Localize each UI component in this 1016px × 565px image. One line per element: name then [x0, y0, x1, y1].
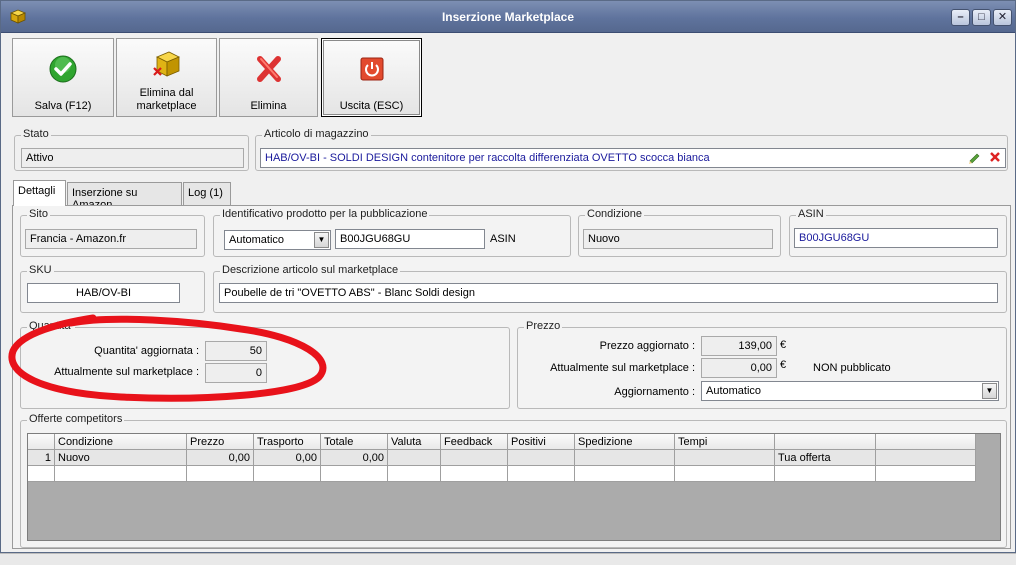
sku-field[interactable]: HAB/OV-BI — [27, 283, 180, 303]
descrizione-title: Descrizione articolo sul marketplace — [220, 264, 401, 277]
stato-field: Attivo — [21, 148, 244, 168]
table-row-cell[interactable]: Nuovo — [55, 450, 187, 466]
asin-title: ASIN — [796, 208, 826, 221]
grid-new-row-cell[interactable] — [575, 466, 675, 482]
grid-header-tempi[interactable]: Tempi — [675, 434, 775, 450]
table-row-cell[interactable]: 0,00 — [254, 450, 321, 466]
descrizione-field[interactable]: Poubelle de tri "OVETTO ABS" - Blanc Sol… — [219, 283, 998, 303]
minimize-button[interactable]: – — [951, 9, 970, 26]
red-x-icon — [256, 56, 281, 82]
grid-new-row-cell[interactable] — [55, 466, 187, 482]
table-row-cell[interactable]: 0,00 — [321, 450, 388, 466]
table-row-cell[interactable] — [876, 450, 976, 466]
asin-field[interactable]: B00JGU68GU — [794, 228, 998, 248]
prezzo-market-label: Attualmente sul marketplace : — [550, 362, 695, 374]
exit-button[interactable]: Uscita (ESC) — [321, 38, 422, 117]
table-row-cell[interactable] — [575, 450, 675, 466]
main-window: Inserzione Marketplace – □ ✕ Salva (F12)… — [0, 0, 1016, 553]
grid-row-number[interactable]: 1 — [28, 450, 55, 466]
aggiornamento-select[interactable]: Automatico ▼ — [701, 381, 999, 401]
aggiornamento-label: Aggiornamento : — [614, 386, 695, 398]
remove-from-marketplace-button[interactable]: Elimina dal marketplace — [116, 38, 217, 117]
grid-new-row-cell[interactable] — [28, 466, 55, 482]
condizione-title: Condizione — [585, 208, 645, 221]
prezzo-updated-currency: € — [780, 339, 787, 351]
grid-header-condizione[interactable]: Condizione — [55, 434, 187, 450]
dropdown-arrow-icon[interactable]: ▼ — [982, 383, 997, 399]
grid-header-trasporto[interactable]: Trasporto — [254, 434, 321, 450]
grid-new-row-cell[interactable] — [775, 466, 876, 482]
sito-title: Sito — [27, 208, 50, 221]
save-label: Salva (F12) — [34, 100, 92, 112]
remove-label-line2: marketplace — [136, 100, 197, 112]
table-row-cell[interactable]: 0,00 — [187, 450, 254, 466]
grid-header-blank[interactable] — [876, 434, 976, 450]
grid-new-row-cell[interactable] — [254, 466, 321, 482]
grid-header-valuta[interactable]: Valuta — [388, 434, 441, 450]
title-bar: Inserzione Marketplace – □ ✕ — [1, 1, 1015, 33]
condizione-field: Nuovo — [583, 229, 773, 249]
articolo-field[interactable]: HAB/OV-BI - SOLDI DESIGN contenitore per… — [260, 148, 1006, 168]
grid-new-row-cell[interactable] — [187, 466, 254, 482]
box-remove-icon — [152, 51, 180, 77]
clear-x-icon[interactable] — [989, 151, 1001, 163]
grid-new-row-cell[interactable] — [508, 466, 575, 482]
maximize-button[interactable]: □ — [972, 9, 991, 26]
prezzo-market-currency: € — [780, 359, 787, 371]
dropdown-arrow-icon[interactable]: ▼ — [314, 232, 329, 248]
grid-header-positivi[interactable]: Positivi — [508, 434, 575, 450]
table-row-cell[interactable] — [675, 450, 775, 466]
grid-corner — [28, 434, 55, 450]
tab-inserzione-amazon[interactable]: Inserzione su Amazon — [67, 182, 182, 211]
grid-new-row-cell[interactable] — [388, 466, 441, 482]
window-title: Inserzione Marketplace — [441, 10, 575, 24]
remove-label-line1: Elimina dal — [139, 87, 194, 99]
articolo-title: Articolo di magazzino — [262, 128, 371, 141]
table-row-cell[interactable]: Tua offerta — [775, 450, 876, 466]
identificativo-mode-select[interactable]: Automatico ▼ — [224, 230, 331, 250]
prezzo-updated-field: 139,00 — [701, 336, 777, 356]
identificativo-code-field[interactable]: B00JGU68GU — [335, 229, 485, 249]
stato-title: Stato — [21, 128, 51, 141]
table-row-cell[interactable] — [508, 450, 575, 466]
grid-new-row-cell[interactable] — [675, 466, 775, 482]
exit-label: Uscita (ESC) — [339, 100, 404, 112]
red-annotation-ellipse — [8, 314, 327, 402]
delete-label: Elimina — [250, 100, 287, 112]
grid-header-prezzo[interactable]: Prezzo — [187, 434, 254, 450]
identificativo-mode-value: Automatico — [229, 234, 285, 246]
save-button[interactable]: Salva (F12) — [12, 38, 114, 117]
table-row-cell[interactable] — [441, 450, 508, 466]
grid-new-row-cell[interactable] — [321, 466, 388, 482]
publication-status: NON pubblicato — [813, 362, 891, 374]
grid-header-feedback[interactable]: Feedback — [441, 434, 508, 450]
checkmark-icon — [49, 55, 77, 83]
grid-new-row-cell[interactable] — [876, 466, 976, 482]
identificativo-suffix: ASIN — [490, 233, 516, 245]
remove-label: Elimina dal marketplace — [119, 87, 214, 113]
tab-log[interactable]: Log (1) — [183, 182, 231, 205]
grid-header-spedizione[interactable]: Spedizione — [575, 434, 675, 450]
prezzo-title: Prezzo — [524, 320, 563, 333]
prezzo-updated-label: Prezzo aggiornato : — [599, 340, 695, 352]
status-bar — [0, 553, 1016, 565]
close-window-button[interactable]: ✕ — [993, 9, 1012, 26]
delete-button[interactable]: Elimina — [219, 38, 318, 117]
grid-new-row-cell[interactable] — [441, 466, 508, 482]
pencil-edit-icon[interactable] — [968, 151, 982, 165]
prezzo-market-field: 0,00 — [701, 358, 777, 378]
sku-title: SKU — [27, 264, 54, 277]
grid-header-blank[interactable] — [775, 434, 876, 450]
offerte-title: Offerte competitors — [27, 413, 125, 426]
power-icon — [360, 57, 383, 81]
table-row-cell[interactable] — [388, 450, 441, 466]
aggiornamento-value: Automatico — [706, 385, 762, 397]
grid-header-totale[interactable]: Totale — [321, 434, 388, 450]
tab-dettagli[interactable]: Dettagli — [13, 180, 66, 206]
identificativo-title: Identificativo prodotto per la pubblicaz… — [220, 208, 430, 221]
sito-field: Francia - Amazon.fr — [25, 229, 197, 249]
